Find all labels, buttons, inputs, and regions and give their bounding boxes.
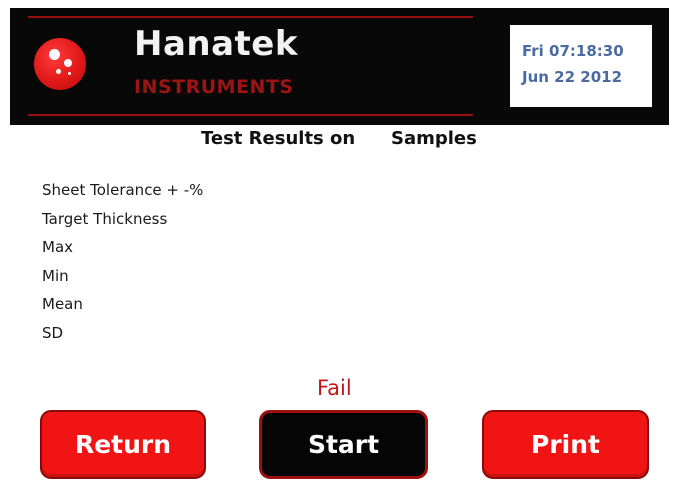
result-mean: Mean [42,295,83,313]
brand-name: Hanatek [134,24,298,64]
brand-subtitle: INSTRUMENTS [134,76,294,98]
page-title: Test Results on Samples [0,128,679,154]
datetime-date: Jun 22 2012 [522,68,623,86]
datetime-display: Fri 07:18:30 Jun 22 2012 [510,25,652,107]
datetime-time: Fri 07:18:30 [522,42,624,60]
results-list: Sheet Tolerance + -% Target Thickness Ma… [42,178,203,349]
result-sd: SD [42,323,64,342]
result-target-thickness: Target Thickness [42,209,168,228]
result-min: Min [42,266,69,285]
result-max: Max [42,238,74,256]
start-button[interactable]: Start [259,410,428,479]
result-sheet-tolerance: Sheet Tolerance + -% [42,181,204,199]
header-bar: Hanatek INSTRUMENTS Fri 07:18:30 Jun 22 … [10,8,669,125]
return-button[interactable]: Return [40,410,206,479]
print-button[interactable]: Print [482,410,649,479]
page-title-suffix: Samples [391,128,477,149]
header-divider-bottom [28,114,473,116]
hanatek-logo-icon [34,38,86,90]
header-divider-top [28,16,473,18]
status-text: Fail [317,376,352,400]
page-title-prefix: Test Results on [201,128,356,149]
